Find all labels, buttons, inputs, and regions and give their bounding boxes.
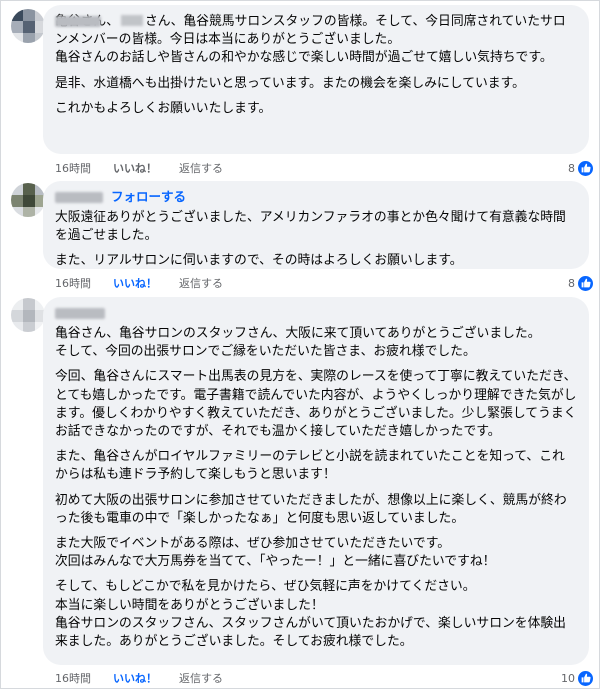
reaction-number: 10 bbox=[561, 671, 575, 685]
reply-button[interactable]: 返信する bbox=[179, 160, 223, 176]
thumbs-up-icon bbox=[578, 160, 593, 176]
author-name[interactable] bbox=[55, 191, 103, 203]
comment-paragraph: 大阪遠征ありがとうございました、アメリカンファラオの事とか色々聞けて有意義な時間… bbox=[55, 210, 566, 244]
blurred-name bbox=[120, 15, 143, 26]
comment-paragraph: 亀谷さん、さん、亀谷競馬サロンスタッフの皆様。そして、今日同席されていたサロンメ… bbox=[55, 13, 577, 68]
like-button[interactable]: いいね！ bbox=[113, 275, 157, 291]
comment-paragraph: これかもよろしくお願いいたします。 bbox=[55, 100, 272, 116]
comment-text: 亀谷さん、亀谷サロンのスタッフさん、大阪に来て頂いてありがとうございました。 そ… bbox=[55, 325, 577, 651]
author-name[interactable] bbox=[55, 307, 105, 319]
comment-bubble: 亀谷さん、さん、亀谷競馬サロンスタッフの皆様。そして、今日同席されていたサロンメ… bbox=[43, 5, 589, 154]
comment-paragraph: 亀谷さん、亀谷サロンのスタッフさん、大阪に来て頂いてありがとうございました。 そ… bbox=[55, 326, 541, 360]
author-row bbox=[55, 305, 577, 321]
comment-actions: 16時間 いいね！ 返信する bbox=[55, 670, 223, 686]
comment-paragraph: また、亀谷さんがロイヤルファミリーのテレビと小説を読まれていたことを知って、これ… bbox=[55, 449, 565, 483]
comment-actions: 16時間 いいね！ 返信する bbox=[55, 275, 223, 291]
comment-timestamp[interactable]: 16時間 bbox=[55, 160, 91, 176]
follow-button[interactable]: フォローする bbox=[111, 189, 186, 205]
reaction-count[interactable]: 8 bbox=[568, 160, 593, 176]
comment-paragraph: また大阪でイベントがある際は、ぜひ参加させていただきたいです。 次回はみんなで大… bbox=[55, 536, 496, 570]
reaction-number: 8 bbox=[568, 276, 575, 290]
thumbs-up-icon bbox=[578, 670, 593, 686]
comment-paragraph: 今回、亀谷さんにスマート出馬表の見方を、実際のレースを使って丁寧に教えていただき… bbox=[55, 369, 577, 440]
comment-timestamp[interactable]: 16時間 bbox=[55, 275, 91, 291]
author-row: フォローする bbox=[55, 189, 577, 205]
comment-actions: 16時間 いいね！ 返信する bbox=[55, 160, 223, 176]
author-name[interactable] bbox=[55, 15, 101, 27]
comments-panel: 亀谷さん、さん、亀谷競馬サロンスタッフの皆様。そして、今日同席されていたサロンメ… bbox=[0, 0, 600, 689]
reaction-count[interactable]: 10 bbox=[561, 670, 593, 686]
comment-text: 大阪遠征ありがとうございました、アメリカンファラオの事とか色々聞けて有意義な時間… bbox=[55, 209, 577, 271]
reply-button[interactable]: 返信する bbox=[179, 670, 223, 686]
avatar[interactable] bbox=[11, 183, 45, 217]
reaction-number: 8 bbox=[568, 161, 575, 175]
comment-paragraph: 是非、水道橋へも出掛けたいと思っています。またの機会を楽しみにしています。 bbox=[55, 75, 525, 91]
comment-paragraph: そして、もしどこかで私を見かけたら、ぜひ気軽に声をかけてください。 本当に楽しい… bbox=[55, 579, 566, 650]
thumbs-up-icon bbox=[578, 275, 593, 291]
avatar[interactable] bbox=[11, 298, 45, 332]
comment-timestamp[interactable]: 16時間 bbox=[55, 670, 91, 686]
comment-paragraph: また、リアルサロンに伺いますので、その時はよろしくお願いします。 bbox=[55, 253, 463, 269]
like-button[interactable]: いいね！ bbox=[113, 160, 157, 176]
like-button[interactable]: いいね！ bbox=[113, 670, 157, 686]
reply-button[interactable]: 返信する bbox=[179, 275, 223, 291]
comment-text: 亀谷さん、さん、亀谷競馬サロンスタッフの皆様。そして、今日同席されていたサロンメ… bbox=[55, 13, 577, 118]
avatar[interactable] bbox=[11, 9, 45, 43]
comment-bubble: フォローする 大阪遠征ありがとうございました、アメリカンファラオの事とか色々聞け… bbox=[43, 181, 589, 269]
comment-paragraph: 初めて大阪の出張サロンに参加させていただきましたが、想像以上に楽しく、競馬が終わ… bbox=[55, 492, 567, 526]
comment-bubble: 亀谷さん、亀谷サロンのスタッフさん、大阪に来て頂いてありがとうございました。 そ… bbox=[43, 297, 589, 665]
reaction-count[interactable]: 8 bbox=[568, 275, 593, 291]
